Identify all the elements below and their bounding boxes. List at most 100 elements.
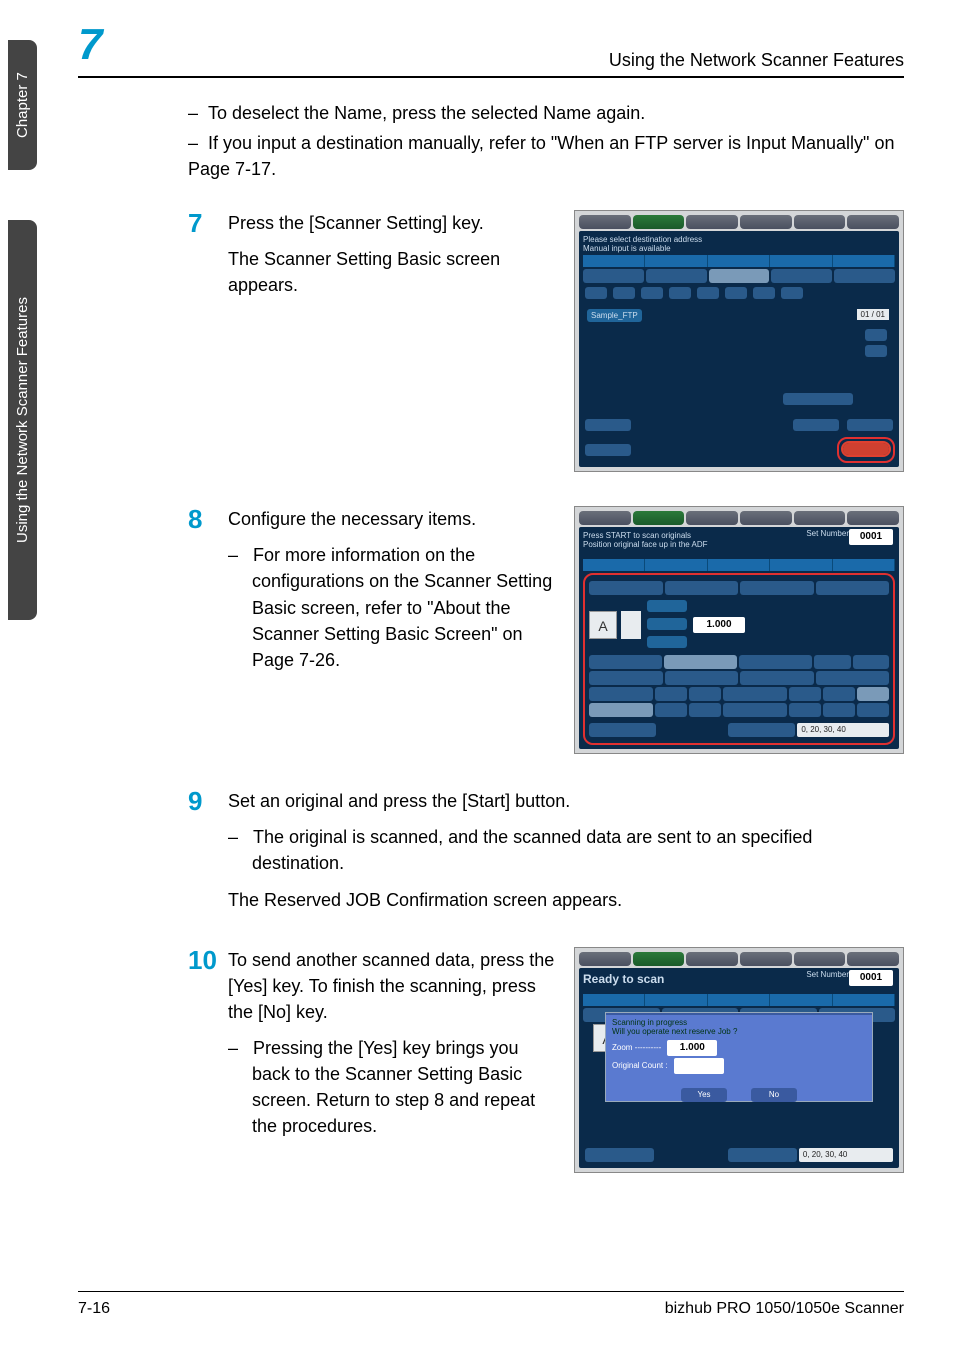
clear-all-button: [585, 444, 631, 456]
device-tab: [686, 215, 738, 229]
step-8-row: 8 Configure the necessary items. – For m…: [188, 506, 904, 754]
direction-sub-icon: [621, 611, 641, 639]
step-9-text-1: Set an original and press the [Start] bu…: [228, 788, 904, 814]
confirmation-modal: Scanning in progress Will you operate ne…: [605, 1012, 873, 1102]
device-tab: [579, 215, 631, 229]
tiff-cell: [823, 687, 855, 701]
highlight-ring-icon: [837, 437, 895, 463]
address-value: 0, 20, 30, 40: [797, 723, 889, 737]
modal-line-1: Scanning in progress: [612, 1018, 866, 1027]
yes-button[interactable]: Yes: [681, 1088, 727, 1102]
manual-address-button: [781, 391, 855, 409]
main-content: –To deselect the Name, press the selecte…: [188, 100, 904, 1173]
device-tab: [579, 511, 631, 525]
address-value: 0, 20, 30, 40: [799, 1148, 893, 1162]
footer-rule: [78, 1291, 904, 1292]
chapter-number-heading: 7: [78, 20, 102, 70]
step-9-row: 9 Set an original and press the [Start] …: [188, 788, 904, 922]
firewall-button: [847, 419, 893, 431]
step-number-9: 9: [188, 788, 228, 814]
x1-cell: [739, 655, 812, 669]
dpi-600-cell: [655, 687, 687, 701]
step-9-text-2: The Reserved JOB Confirmation screen app…: [228, 887, 904, 913]
device-tab: [794, 952, 846, 966]
letter-tab: [753, 287, 775, 299]
device-cell: [834, 269, 895, 283]
step-9-bullet-1-text: The original is scanned, and the scanned…: [252, 827, 812, 873]
application-cell: [816, 581, 890, 595]
left-arrow-cell: [814, 655, 851, 669]
sidebar-tab-section: Using the Network Scanner Features: [8, 220, 37, 620]
no-button[interactable]: No: [751, 1088, 797, 1102]
device-tab: [579, 952, 631, 966]
device-screenshot-2: Press START to scan originals Position o…: [574, 506, 904, 754]
device-tab: [633, 952, 685, 966]
device-cell: [583, 269, 644, 283]
set-number-label: Set Number: [806, 970, 849, 979]
modal-count-value: [674, 1058, 724, 1074]
device-msg-2: Manual input is available: [583, 244, 895, 253]
step-10-text-1: To send another scanned data, press the …: [228, 947, 560, 1025]
zoom-cell: [740, 581, 814, 595]
letter-tab: [781, 287, 803, 299]
dash-icon: –: [228, 827, 253, 847]
device-tab: [794, 215, 846, 229]
device-tab: [633, 215, 685, 229]
step-8-bullet-1: – For more information on the configurat…: [252, 542, 560, 672]
device-cell: [646, 269, 707, 283]
highlight-ring-icon: A 1.000: [583, 573, 895, 745]
step-7-text-2: The Scanner Setting Basic screen appears…: [228, 246, 560, 298]
device-cell: [771, 269, 832, 283]
letter-tab: [613, 287, 635, 299]
division-cell: [789, 703, 821, 717]
modal-line-2: Will you operate next reserve Job ?: [612, 1027, 866, 1036]
pdf-cell: [857, 687, 889, 701]
device-msg-1: Please select destination address: [583, 235, 895, 244]
port-no-button: [793, 419, 839, 431]
scan-size-cell: [589, 671, 663, 685]
device-tab: [686, 952, 738, 966]
device-tab: [794, 511, 846, 525]
address-cell: [728, 1148, 797, 1162]
step-10-row: 10 To send another scanned data, press t…: [188, 947, 904, 1173]
set-number-value: 0001: [849, 970, 893, 986]
step-7-row: 7 Press the [Scanner Setting] key. The S…: [188, 210, 904, 472]
page-header-title: Using the Network Scanner Features: [609, 50, 904, 71]
original-setting-cell: [589, 581, 663, 595]
aes-cell: [664, 655, 737, 669]
device-tab: [740, 511, 792, 525]
device-tab: [633, 511, 685, 525]
zoom-value: 1.000: [693, 617, 745, 633]
step-number-8: 8: [188, 506, 228, 532]
dash-icon: –: [228, 1038, 253, 1058]
device-tab: [740, 952, 792, 966]
device-tab: [847, 952, 899, 966]
quality-cell: [665, 671, 739, 685]
letter-tab: [669, 287, 691, 299]
header-rule: [78, 76, 904, 78]
memory-scan-cell: [589, 655, 662, 669]
down-arrow-button: [863, 343, 889, 361]
letter-tab: [697, 287, 719, 299]
duplex-cell: [723, 687, 787, 701]
direction-a-icon: A: [589, 611, 617, 639]
file-name-cell: [585, 1148, 654, 1162]
copy-mode-cell: [740, 671, 814, 685]
lighter-button: [647, 600, 687, 612]
set-number-label: Set Number: [806, 529, 849, 538]
letter-tab: [641, 287, 663, 299]
scanner-screen-button: [843, 443, 889, 455]
dash-icon: –: [228, 545, 253, 565]
normal-button: [647, 618, 687, 630]
footer-page-number: 7-16: [78, 1300, 110, 1318]
intro-bullet-1: –To deselect the Name, press the selecte…: [188, 100, 904, 126]
special-image-cell: [665, 581, 739, 595]
package-cell: [789, 687, 821, 701]
device-page-indicator: 01 / 01: [857, 309, 889, 320]
file-form-cell: [816, 671, 890, 685]
step-10-bullet-1-text: Pressing the [Yes] key brings you back t…: [252, 1038, 535, 1136]
step-9-bullet-1: – The original is scanned, and the scann…: [252, 824, 904, 876]
dash-icon: –: [188, 130, 208, 156]
step-10-bullet-1: – Pressing the [Yes] key brings you back…: [252, 1035, 560, 1139]
file-name-cell: [589, 723, 656, 737]
